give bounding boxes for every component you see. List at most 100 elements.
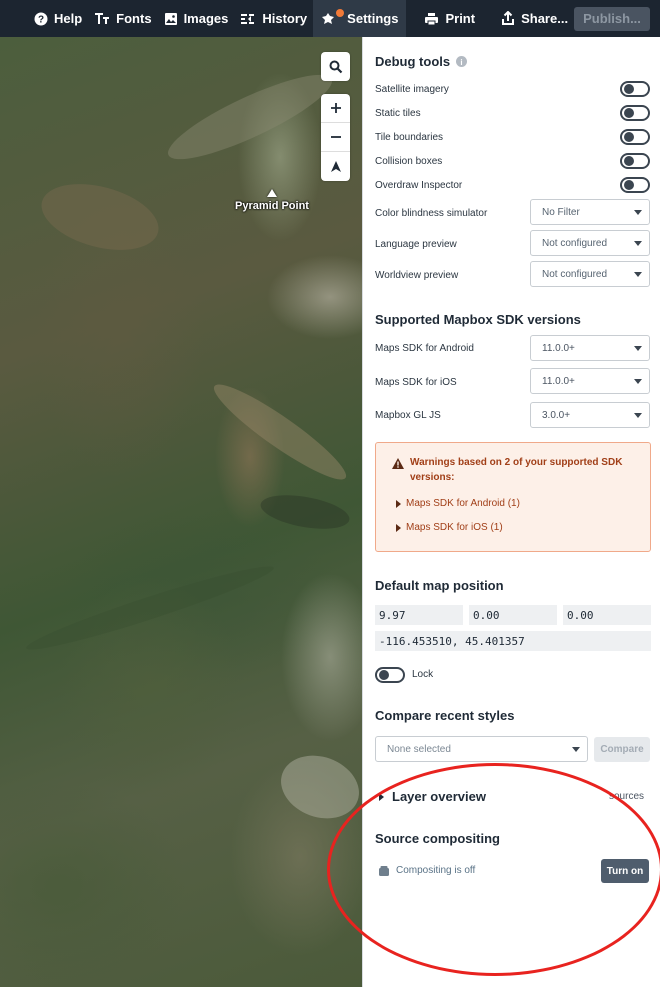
compare-heading: Compare recent styles (375, 708, 515, 723)
worldview-preview-value: Not configured (542, 268, 608, 280)
map-nav-control (321, 94, 350, 181)
turn-on-compositing-button[interactable]: Turn on (601, 859, 649, 883)
print-button[interactable]: Print (418, 0, 481, 37)
compare-select[interactable]: None selected (375, 736, 588, 762)
layer-overview-title: Layer overview (392, 789, 486, 804)
layer-overview-toggle[interactable]: Layer overview (379, 789, 486, 804)
debug-tools-heading: Debug tools i (375, 54, 468, 69)
warning-android-toggle[interactable]: Maps SDK for Android (1) (396, 498, 520, 509)
fonts-label: Fonts (116, 11, 152, 26)
settings-panel: Debug tools i Satellite imagery Static t… (362, 37, 660, 987)
settings-button[interactable]: Settings (313, 0, 407, 37)
language-preview-select[interactable]: Not configured (530, 230, 650, 256)
static-tiles-toggle[interactable] (620, 105, 650, 121)
map-canvas[interactable]: Pyramid Point (0, 37, 362, 987)
color-blindness-select[interactable]: No Filter (530, 199, 650, 225)
terrain-ridge (159, 60, 341, 174)
history-label: History (262, 11, 308, 26)
sdk-versions-heading: Supported Mapbox SDK versions (375, 312, 581, 327)
settings-icon-wrap (321, 8, 345, 26)
gljs-value: 3.0.0+ (542, 409, 571, 421)
share-button[interactable]: Share... (495, 0, 574, 37)
debug-tools-title: Debug tools (375, 54, 451, 69)
history-button[interactable]: History (234, 0, 313, 37)
color-blindness-value: No Filter (542, 206, 580, 218)
center-field[interactable]: -116.453510, 45.401357 (375, 631, 651, 651)
compositing-heading: Source compositing (375, 831, 500, 846)
gljs-label: Mapbox GL JS (375, 410, 441, 421)
caret-right-icon (396, 499, 401, 508)
lock-toggle[interactable] (375, 667, 405, 683)
warnings-title: Warnings based on 2 of your supported SD… (410, 457, 623, 483)
chevron-down-icon (634, 346, 642, 351)
zoom-out-button[interactable] (321, 123, 350, 152)
compare-button[interactable]: Compare (594, 737, 650, 762)
chevron-down-icon (634, 379, 642, 384)
sources-count: sources (609, 791, 645, 802)
search-icon (329, 60, 342, 73)
map-position-heading: Default map position (375, 578, 504, 593)
plus-icon (330, 103, 341, 113)
layers-icon (379, 865, 389, 876)
satellite-label: Satellite imagery (375, 84, 449, 95)
poi-label: Pyramid Point (235, 200, 309, 212)
print-label: Print (445, 11, 476, 26)
share-label: Share... (521, 11, 569, 26)
overdraw-toggle[interactable] (620, 177, 650, 193)
terrain-rock (272, 745, 362, 829)
collision-boxes-toggle[interactable] (620, 153, 650, 169)
satellite-toggle[interactable] (620, 81, 650, 97)
map-search-button[interactable] (321, 52, 350, 81)
compare-select-value: None selected (387, 743, 451, 755)
images-icon (164, 12, 177, 25)
bearing-field[interactable]: 0.00 (469, 605, 557, 625)
minus-icon (330, 136, 341, 138)
ios-sdk-label: Maps SDK for iOS (375, 377, 457, 388)
static-tiles-label: Static tiles (375, 108, 421, 119)
settings-icon (322, 12, 335, 24)
ios-sdk-select[interactable]: 11.0.0+ (530, 368, 650, 394)
worldview-preview-label: Worldview preview (375, 270, 459, 281)
color-blindness-label: Color blindness simulator (375, 208, 488, 219)
chevron-down-icon (634, 241, 642, 246)
terrain-slope (34, 172, 166, 262)
print-icon (425, 12, 439, 25)
compass-button[interactable] (321, 152, 350, 181)
notification-dot (336, 8, 345, 17)
share-icon (502, 11, 515, 25)
publish-button[interactable]: Publish... (574, 6, 650, 31)
terrain-valley (22, 557, 278, 659)
compass-icon (330, 161, 341, 172)
zoom-in-button[interactable] (321, 94, 350, 123)
caret-right-icon (396, 523, 401, 532)
pitch-field[interactable]: 0.00 (563, 605, 651, 625)
svg-text:?: ? (38, 14, 44, 25)
svg-text:i: i (460, 58, 462, 67)
language-preview-label: Language preview (375, 239, 457, 250)
info-icon[interactable]: i (456, 56, 468, 67)
images-label: Images (183, 11, 229, 26)
language-preview-value: Not configured (542, 237, 608, 249)
chevron-down-icon (572, 747, 580, 752)
lock-label: Lock (412, 669, 434, 680)
tile-boundaries-toggle[interactable] (620, 129, 650, 145)
map-poi-pyramid-point: Pyramid Point (235, 189, 309, 212)
compositing-status-text: Compositing is off (396, 865, 476, 876)
overdraw-label: Overdraw Inspector (375, 180, 463, 191)
compositing-status: Compositing is off (379, 865, 475, 876)
terrain-ridge (205, 373, 355, 491)
history-icon (241, 13, 255, 24)
collision-boxes-label: Collision boxes (375, 156, 443, 167)
gljs-select[interactable]: 3.0.0+ (530, 402, 650, 428)
help-button[interactable]: ? Help (28, 0, 88, 37)
help-label: Help (54, 11, 83, 26)
android-sdk-select[interactable]: 11.0.0+ (530, 335, 650, 361)
warning-ios-toggle[interactable]: Maps SDK for iOS (1) (396, 522, 503, 533)
zoom-field[interactable]: 9.97 (375, 605, 463, 625)
images-button[interactable]: Images (158, 0, 235, 37)
caret-right-icon (379, 792, 384, 801)
fonts-button[interactable]: Fonts (88, 0, 157, 37)
settings-label: Settings (347, 11, 399, 26)
tile-boundaries-label: Tile boundaries (375, 132, 444, 143)
worldview-preview-select[interactable]: Not configured (530, 261, 650, 287)
